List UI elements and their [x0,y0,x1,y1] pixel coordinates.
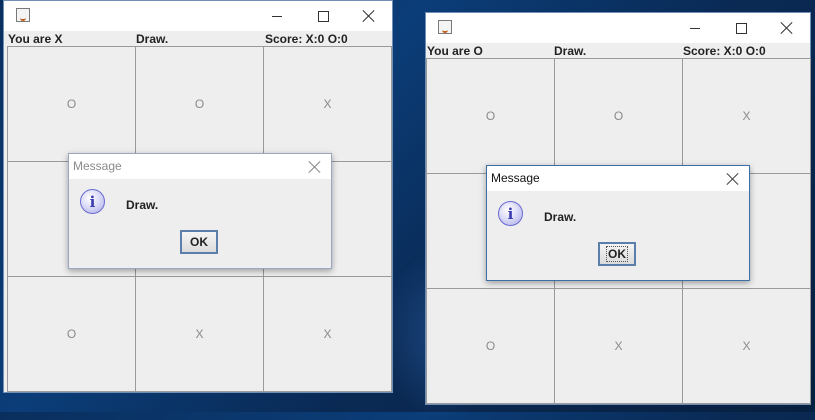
dialog-close-button[interactable] [717,166,749,191]
board-cell-9[interactable]: X [263,276,392,392]
minimize-icon [272,15,282,17]
maximize-button[interactable] [718,13,764,43]
board-cell-2[interactable]: O [135,46,264,162]
window-titlebar[interactable] [4,1,392,31]
window-titlebar[interactable] [426,13,810,43]
maximize-button[interactable] [300,1,346,31]
status-bar: You are X Draw. Score: X:0 O:0 [4,31,392,47]
ok-button-label: OK [606,246,628,262]
ok-button-label: OK [190,235,208,249]
ok-button[interactable]: OK [180,230,218,254]
close-icon [781,22,793,34]
minimize-icon [690,27,700,29]
player-role-label: You are O [427,44,483,58]
info-icon: i [498,201,523,226]
game-message-label: Draw. [136,32,169,46]
minimize-button[interactable] [254,1,300,31]
board-cell-7[interactable]: O [426,288,555,404]
maximize-icon [735,22,747,34]
message-dialog: Message i Draw. OK [68,153,332,269]
info-icon: i [80,189,105,214]
game-message-label: Draw. [554,44,587,58]
minimize-button[interactable] [672,13,718,43]
board-cell-3[interactable]: X [682,58,811,174]
board-cell-8[interactable]: X [554,288,683,404]
close-icon [363,10,375,22]
score-label: Score: X:0 O:0 [683,44,766,58]
dialog-message: Draw. [126,198,159,212]
maximize-icon [317,10,329,22]
board-cell-1[interactable]: O [7,46,136,162]
dialog-close-button[interactable] [299,154,331,179]
java-icon[interactable] [16,8,30,22]
java-icon[interactable] [438,20,452,34]
close-button[interactable] [346,1,392,31]
close-button[interactable] [764,13,810,43]
dialog-title[interactable]: Message [69,154,331,179]
board-cell-9[interactable]: X [682,288,811,404]
message-dialog: Message i Draw. OK [486,165,750,281]
status-bar: You are O Draw. Score: X:0 O:0 [426,43,810,59]
dialog-message: Draw. [544,210,577,224]
dialog-title[interactable]: Message [487,166,749,191]
board-cell-1[interactable]: O [426,58,555,174]
close-icon [309,161,321,173]
close-icon [727,173,739,185]
board-cell-2[interactable]: O [554,58,683,174]
board-cell-3[interactable]: X [263,46,392,162]
ok-button[interactable]: OK [598,242,636,266]
score-label: Score: X:0 O:0 [265,32,348,46]
player-role-label: You are X [8,32,63,46]
board-cell-8[interactable]: X [135,276,264,392]
board-cell-7[interactable]: O [7,276,136,392]
